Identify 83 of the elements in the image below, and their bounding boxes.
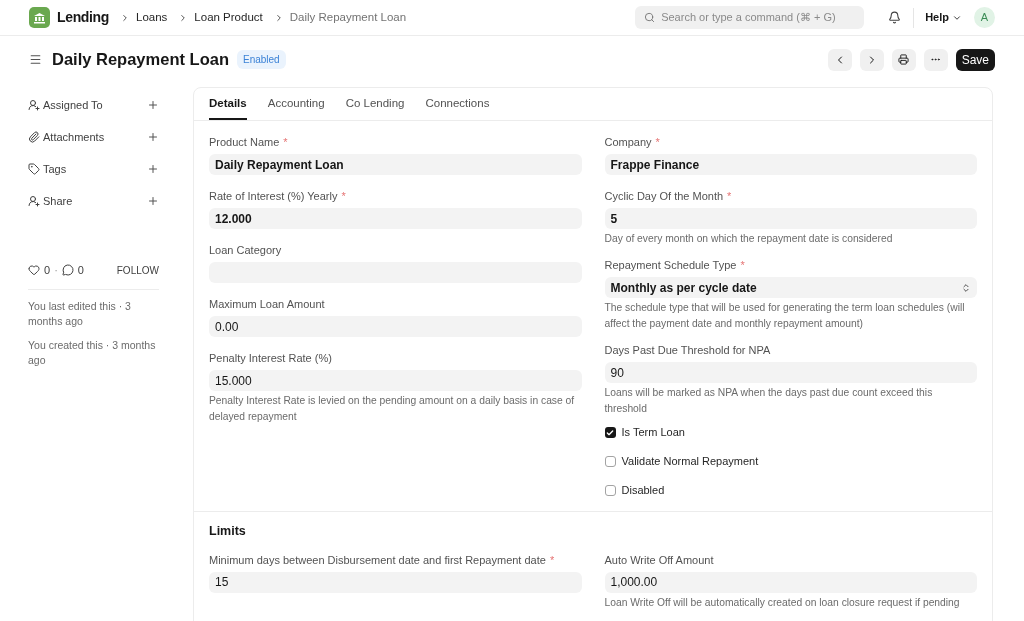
input-field[interactable]: 15 — [209, 571, 582, 593]
activity-text: You last edited this · 3 months ago — [28, 298, 132, 329]
add-icon[interactable] — [147, 99, 159, 111]
checkbox[interactable] — [604, 485, 616, 496]
input-field[interactable]: 1,000.00 — [604, 571, 977, 593]
updown-icon — [961, 282, 971, 293]
checkbox[interactable] — [604, 456, 616, 467]
input-field[interactable]: 90 — [604, 362, 977, 383]
like-count: 0 — [44, 263, 51, 278]
input-field[interactable]: 0.00 — [209, 316, 582, 337]
checkbox[interactable] — [604, 427, 616, 438]
required-mark: * — [740, 258, 745, 272]
sidebar-link[interactable]: Assigned To — [43, 96, 103, 114]
field-label: Rate of Interest (%) Yearly — [209, 189, 338, 203]
checkbox-label: Is Term Loan — [621, 425, 685, 441]
required-mark: * — [549, 552, 555, 567]
input-field[interactable]: 5 — [604, 208, 977, 229]
heart-icon[interactable] — [28, 264, 40, 277]
tab[interactable]: Details — [209, 88, 247, 120]
field-label: Cyclic Day Of the Month — [604, 189, 724, 203]
checkbox-label: Disabled — [621, 483, 665, 499]
field-label: Maximum Loan Amount — [209, 297, 325, 311]
paperclip-icon — [28, 131, 40, 143]
field-label: Minimum days between Disbursement date and first Repayment date — [209, 552, 546, 567]
page-title: Daily Repayment Loan — [52, 49, 229, 71]
search-icon — [644, 12, 656, 23]
required-mark: * — [655, 135, 660, 149]
breadcrumb-link[interactable]: Daily Repayment Loan — [289, 8, 407, 27]
field-label: Repayment Schedule Type — [604, 258, 737, 272]
add-icon[interactable] — [147, 163, 159, 175]
field-description: Day of every month on which the repayment date is considered — [604, 232, 894, 246]
field-label: Days Past Due Threshold for NPA — [604, 343, 771, 357]
user-add-icon — [28, 195, 40, 207]
sidebar-link[interactable]: Tags — [43, 160, 67, 178]
section-title: Limits — [209, 523, 247, 540]
next-button[interactable] — [859, 48, 884, 71]
input-field[interactable]: Daily Repayment Loan — [209, 154, 582, 175]
separator-dot: · — [54, 263, 58, 278]
add-icon[interactable] — [147, 195, 159, 207]
tag-icon — [28, 163, 40, 175]
field-label: Product Name — [209, 135, 280, 149]
field-label: Auto Write Off Amount — [604, 552, 714, 567]
search-field[interactable]: Search or type a command (⌘ + G) — [635, 6, 865, 29]
field-description: Loans will be marked as NPA when the days past due count exceed this threshold — [604, 386, 934, 416]
field-description: The schedule type that will be used for generating the term loan schedules (will affect the payment date and monthly repayment amount) — [604, 301, 966, 331]
status-badge: Enabled — [236, 50, 286, 69]
input-field[interactable]: 15.000 — [209, 370, 582, 391]
breadcrumb-link[interactable]: Loan Product — [194, 8, 263, 27]
sidebar-link[interactable]: Share — [43, 192, 73, 210]
field-description: Penalty Interest Rate is levied on the pending amount on a daily basis in case of delayed repayment — [209, 394, 576, 424]
tab[interactable]: Co Lending — [345, 88, 405, 120]
sidebar-link[interactable]: Attachments — [43, 128, 105, 146]
select-field[interactable]: Monthly as per cycle date — [604, 277, 977, 298]
field-label: Loan Category — [209, 243, 282, 257]
app-logo-icon[interactable] — [29, 7, 50, 28]
app-name[interactable]: Lending — [57, 7, 109, 28]
user-avatar[interactable]: A — [974, 7, 995, 28]
comment-count: 0 — [77, 263, 84, 278]
tab[interactable]: Accounting — [267, 88, 325, 120]
comment-icon[interactable] — [61, 264, 74, 277]
print-button[interactable] — [891, 48, 916, 71]
required-mark: * — [341, 189, 346, 203]
printer-icon — [898, 54, 910, 65]
activity-text: You created this · 3 months ago — [28, 337, 157, 368]
field-label: Penalty Interest Rate (%) — [209, 351, 332, 365]
follow-link[interactable]: FOLLOW — [116, 262, 159, 278]
breadcrumb-separator-icon — [120, 12, 130, 23]
field-description: Loan Write Off will be automatically created on loan closure request if pending — [604, 595, 961, 610]
breadcrumb-link[interactable]: Loans — [136, 8, 168, 27]
add-icon[interactable] — [147, 131, 159, 143]
user-add-icon — [28, 99, 40, 111]
menu-icon[interactable] — [29, 53, 42, 66]
notification-bell-icon[interactable] — [888, 11, 902, 24]
required-mark: * — [727, 189, 732, 203]
tab[interactable]: Connections — [425, 88, 490, 120]
input-field[interactable]: 12.000 — [209, 208, 582, 229]
input-field[interactable]: Frappe Finance — [604, 154, 977, 175]
required-mark: * — [283, 135, 288, 149]
checkbox-label: Validate Normal Repayment — [621, 454, 759, 470]
help-menu-button[interactable]: Help — [925, 9, 962, 26]
previous-button[interactable] — [827, 48, 852, 71]
field-label: Company — [604, 135, 652, 149]
save-button[interactable]: Save — [955, 48, 995, 71]
